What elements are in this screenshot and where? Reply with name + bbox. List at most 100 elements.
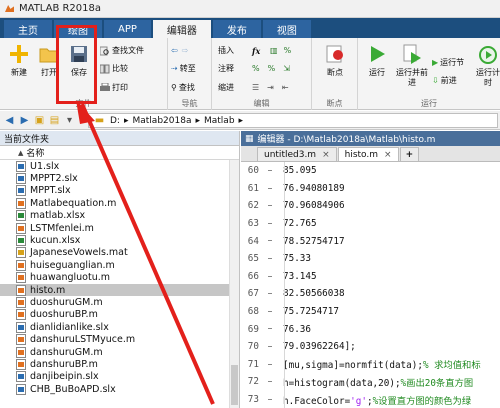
advance-button[interactable]: ⇩ 前进 [432,74,457,87]
file-row[interactable]: danshuruLSTMyuce.m [0,333,239,346]
breadcrumb-matlab2018a[interactable]: Matlab2018a [133,116,192,126]
back-arrow-icon[interactable]: ◀ [3,114,16,127]
code-text: 76.94080189 [279,183,345,194]
breakpoint-gutter[interactable] [261,268,279,286]
tab-view[interactable]: 视图 [262,20,311,38]
file-row[interactable]: danshuruGM.m [0,346,239,358]
comment-tools[interactable]: % % ⇲ [252,62,290,75]
run-and-time-button[interactable]: 运行计时 [474,41,500,93]
breakpoint-gutter[interactable] [261,356,279,374]
compare-label: 比较 [112,64,128,73]
file-row[interactable]: dianlidianlike.slx [0,321,239,333]
file-row[interactable]: duoshuruGM.m [0,296,239,308]
file-name: JapaneseVowels.mat [30,247,128,259]
edit-group-label: 编辑 [253,99,270,108]
file-row[interactable]: danshuruBP.m [0,358,239,370]
breakpoint-gutter[interactable] [261,285,279,303]
run-section-button[interactable]: ▶ 运行节 [432,56,464,69]
new-tab-button[interactable]: + [399,147,420,161]
find-button[interactable]: ⚲ 查找 [171,81,195,94]
tab-home[interactable]: 主页 [4,20,52,38]
file-row[interactable]: MPPT2.slx [0,172,239,185]
file-name: danshuruLSTMyuce.m [30,334,136,346]
file-row[interactable]: kucun.xlsx [0,234,239,247]
tab-apps[interactable]: APP [104,20,151,38]
comment-button[interactable]: 注释 [218,62,234,75]
breakpoint-gutter[interactable] [261,373,279,391]
indent-tools[interactable]: ☰ ⇥ ⇤ [252,81,289,94]
comment-remove-icon: % [267,64,276,73]
file-row[interactable]: MPPT.slx [0,185,239,197]
current-folder-header: 当前文件夹 [0,131,239,146]
goto-button[interactable]: ⇢ 转至 [171,62,196,75]
m-file-icon [16,284,26,296]
breakpoint-gutter[interactable] [261,197,279,215]
print-button[interactable]: 打印 [100,81,128,94]
indent-button[interactable]: 缩进 [218,81,234,94]
breakpoint-gutter[interactable] [261,250,279,268]
code-line: 61 76.94080189 [241,180,500,198]
editor-tab-histo[interactable]: histo.m × [337,147,399,161]
m-file-icon [16,197,26,209]
code-line: 71 [mu,sigma]=normfit(data);% 求均值和标 [241,356,500,374]
code-statement: 79.03962264]; [283,341,356,353]
file-row[interactable]: U1.slx [0,160,239,172]
dropdown-arrow-icon[interactable]: ▾ [63,114,76,127]
close-icon[interactable]: × [322,150,330,160]
code-statement: [mu,sigma]=normfit(data); [283,360,423,372]
run-button[interactable]: 运行 [360,41,394,93]
tab-editor[interactable]: 编辑器 [152,20,211,38]
code-statement: 73.145 [283,270,317,282]
file-row[interactable]: danjibeipin.slx [0,371,239,383]
tab-publish[interactable]: 发布 [212,20,261,38]
file-row[interactable]: JapaneseVowels.mat [0,247,239,259]
address-bar-row: ◀ ▶ ▣ ▤ ▾ ▬ D: ▸ Matlab2018a ▸ Matlab ▸ [0,111,500,130]
name-column-header[interactable]: ▲ 名称 [0,146,239,160]
code-statement: 85.095 [283,165,317,177]
current-folder-path[interactable]: ▬ D: ▸ Matlab2018a ▸ Matlab ▸ [88,113,498,128]
breakpoint-gutter[interactable] [261,215,279,233]
breakpoints-button[interactable]: 断点 [318,41,352,93]
file-list: U1.slx MPPT2.slx MPPT.slx Matlabequation.m m… [0,160,239,395]
nav-back-button[interactable]: ⇦ ⇨ [171,44,188,57]
breakpoint-gutter[interactable] [261,320,279,338]
breakpoint-gutter[interactable] [261,303,279,321]
run-and-advance-button[interactable]: 运行并前进 [394,41,430,93]
new-button[interactable]: 新建 [2,41,36,93]
file-row[interactable]: huiseguanglian.m [0,259,239,271]
scrollbar-thumb[interactable] [231,365,238,405]
code-string: 'g' [350,395,367,407]
find-files-button[interactable]: 查找文件 [100,44,144,57]
section-break-button[interactable]: ▥ % [270,44,291,57]
breakpoint-gutter[interactable] [261,338,279,356]
file-list-scrollbar[interactable] [229,160,239,408]
breakpoint-gutter[interactable] [261,232,279,250]
forward-arrow-icon[interactable]: ▶ [18,114,31,127]
insert-button[interactable]: 插入 [218,44,234,57]
file-row[interactable]: huawangluotu.m [0,272,239,284]
compare-button[interactable]: 比较 [100,62,128,75]
breadcrumb-matlab[interactable]: Matlab [204,116,235,126]
breakpoint-gutter[interactable] [261,180,279,198]
close-icon[interactable]: × [384,150,392,160]
editor-tab-untitled3[interactable]: untitled3.m × [257,147,337,161]
breakpoint-gutter[interactable] [261,162,279,180]
up-folder-icon[interactable]: ▣ [33,114,46,127]
code-area[interactable]: 60 85.095 61 76.94080189 62 70.96084906 63 72.7… [241,162,500,408]
file-row[interactable]: histo.m [0,283,239,297]
find-files-icon [100,46,109,55]
file-row[interactable]: LSTMfenlei.m [0,222,239,234]
insert-function-button[interactable]: fx [252,44,260,57]
insert-label: 插入 [218,46,234,55]
file-row[interactable]: matlab.xlsx [0,210,239,222]
file-row[interactable]: duoshuruBP.m [0,309,239,321]
matlab-logo-icon [4,3,15,14]
file-row[interactable]: Matlabequation.m [0,197,239,209]
slx-file-icon [16,185,26,197]
file-name: U1.slx [30,160,60,172]
browse-folder-icon[interactable]: ▤ [48,114,61,127]
breadcrumb-drive[interactable]: D: [110,116,120,126]
code-comment: %设置直方图的颜色为绿 [372,395,472,407]
breakpoint-gutter[interactable] [261,391,279,408]
file-row[interactable]: CHB_BuBoAPD.slx [0,383,239,395]
